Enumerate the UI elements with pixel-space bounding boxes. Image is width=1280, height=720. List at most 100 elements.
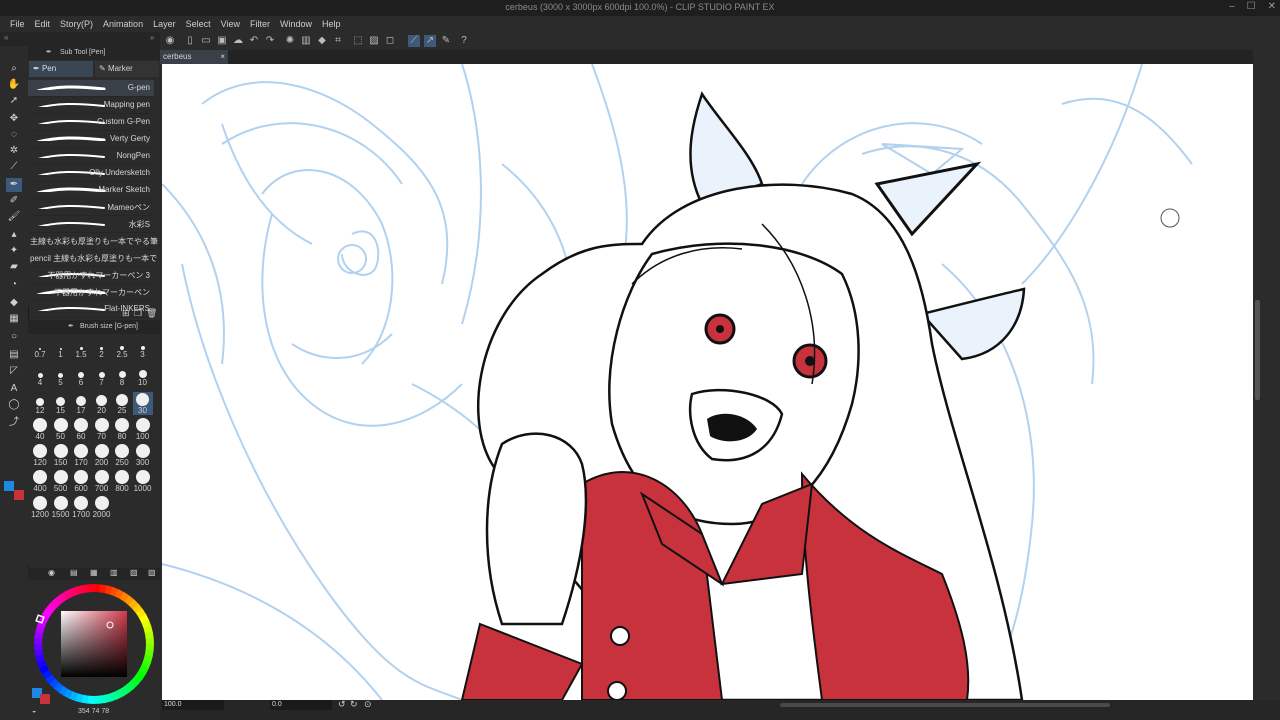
rotate-right-icon[interactable]: ↻ xyxy=(350,699,358,710)
figure-icon[interactable]: ○ xyxy=(6,330,22,344)
menu-filter[interactable]: Filter xyxy=(240,19,270,29)
redo-icon[interactable]: ↷ xyxy=(264,35,276,47)
menu-layer[interactable]: Layer xyxy=(143,19,176,29)
zoom-icon[interactable]: ⌕ xyxy=(6,62,22,76)
brush-size-option[interactable]: 100 xyxy=(133,418,153,441)
brush-size-option[interactable]: 17 xyxy=(71,392,91,415)
brush-item[interactable]: NongPen xyxy=(28,148,154,165)
brush-size-option[interactable]: 50 xyxy=(51,418,71,441)
settings-icon[interactable]: ✺ xyxy=(284,35,296,47)
brush-item[interactable]: Marker Sketch xyxy=(28,182,154,199)
ruler-icon[interactable]: ◸ xyxy=(6,364,22,378)
minimize-button[interactable]: – xyxy=(1229,1,1235,12)
brush-size-option[interactable]: 15 xyxy=(51,392,71,415)
pen-tool-icon[interactable]: ✒ xyxy=(6,178,22,192)
airbrush-icon[interactable]: ▴ xyxy=(6,228,22,242)
transparent-color-icon[interactable]: ◒ xyxy=(32,708,36,715)
brush-size-option[interactable]: 250 xyxy=(112,444,132,467)
invert-selection-icon[interactable]: ▨ xyxy=(368,35,380,47)
brush-item[interactable]: pencil 主線も水彩も厚塗りも一本で xyxy=(28,250,157,267)
brush-item[interactable]: 不器用かすれマーカーペン 3 xyxy=(28,267,154,284)
brush-item[interactable]: 水彩S xyxy=(28,216,154,233)
pencil-icon[interactable]: ✐ xyxy=(6,194,22,208)
color-set-tab-icon[interactable]: ▦ xyxy=(90,568,98,577)
rotate-left-icon[interactable]: ↺ xyxy=(338,699,346,710)
trash-icon[interactable]: 🗑 xyxy=(146,308,157,319)
menu-animation[interactable]: Animation xyxy=(93,19,143,29)
intermediate-color-tab-icon[interactable]: ▥ xyxy=(110,568,118,577)
drawing-canvas[interactable] xyxy=(162,64,1253,700)
rotation-field[interactable]: 0.0 xyxy=(270,700,332,710)
brush-item[interactable]: 主線も水彩も厚塗りも一本でやる筆 xyxy=(28,233,158,250)
brush-size-option[interactable]: 60 xyxy=(71,418,91,441)
menu-edit[interactable]: Edit xyxy=(25,19,51,29)
menu-window[interactable]: Window xyxy=(270,19,312,29)
help-icon[interactable]: ? xyxy=(458,35,470,47)
brush-size-option[interactable]: 25 xyxy=(112,392,132,415)
clear-icon[interactable]: ▥ xyxy=(300,35,312,47)
operation-icon[interactable]: ➚ xyxy=(6,94,22,108)
brush-size-option[interactable]: 2.5 xyxy=(112,336,132,359)
menu-story[interactable]: Story(P) xyxy=(50,19,93,29)
wheel-sub-color[interactable] xyxy=(40,694,50,704)
brush-size-option[interactable]: 6 xyxy=(71,364,91,387)
snap-ruler-icon[interactable]: ⟋ xyxy=(408,35,420,47)
brush-size-option[interactable]: 150 xyxy=(51,444,71,467)
deselect-icon[interactable]: ⬚ xyxy=(352,35,364,47)
brush-size-option[interactable]: 40 xyxy=(30,418,50,441)
reset-rotation-icon[interactable]: ⊙ xyxy=(364,699,372,710)
brush-size-option[interactable]: 2 xyxy=(92,336,112,359)
maximize-button[interactable]: ☐ xyxy=(1247,1,1256,12)
save-icon[interactable]: ▣ xyxy=(216,35,228,47)
eraser-icon[interactable]: ▰ xyxy=(6,260,22,274)
brush-size-option[interactable]: 1700 xyxy=(71,496,91,519)
brush-size-option[interactable]: 170 xyxy=(71,444,91,467)
brush-size-option[interactable]: 200 xyxy=(92,444,112,467)
clip-studio-icon[interactable]: ◉ xyxy=(164,35,176,47)
approximate-color-tab-icon[interactable]: ▧ xyxy=(130,568,138,577)
brush-item[interactable]: G-pen xyxy=(28,80,154,97)
transform-icon[interactable]: ⌗ xyxy=(332,35,344,47)
open-folder-icon[interactable]: ▭ xyxy=(200,35,212,47)
brush-item[interactable]: Custom G-Pen xyxy=(28,114,154,131)
brush-size-option[interactable]: 500 xyxy=(51,470,71,493)
brush-size-option[interactable]: 3 xyxy=(133,336,153,359)
brush-size-option[interactable]: 5 xyxy=(51,364,71,387)
brush-size-option[interactable]: 120 xyxy=(30,444,50,467)
text-icon[interactable]: A xyxy=(6,382,22,396)
brush-size-option[interactable]: 1500 xyxy=(51,496,71,519)
expand-icon[interactable]: » xyxy=(150,33,154,42)
brush-size-option[interactable]: 2000 xyxy=(92,496,112,519)
auto-select-icon[interactable]: ✲ xyxy=(6,144,22,158)
brush-icon[interactable]: 🖌 xyxy=(6,210,22,224)
vertical-scrollbar[interactable] xyxy=(1253,50,1280,700)
brush-size-option[interactable]: 30 xyxy=(132,392,153,415)
brush-item[interactable]: Mapping pen xyxy=(28,97,154,114)
main-color-swatch[interactable] xyxy=(4,481,14,491)
brush-size-option[interactable]: 300 xyxy=(133,444,153,467)
gradient-icon[interactable]: ▦ xyxy=(6,312,22,326)
brush-size-option[interactable]: 1200 xyxy=(30,496,50,519)
color-wheel[interactable] xyxy=(28,580,160,706)
hand-icon[interactable]: ✋ xyxy=(6,78,22,92)
brush-size-option[interactable]: 7 xyxy=(92,364,112,387)
menu-help[interactable]: Help xyxy=(312,19,341,29)
lasso-icon[interactable]: ◌ xyxy=(6,128,22,142)
tab-cerbeus[interactable]: cerbeus × xyxy=(160,50,228,64)
close-tab-icon[interactable]: × xyxy=(220,50,225,64)
brush-size-option[interactable]: 1.5 xyxy=(71,336,91,359)
fill-icon[interactable]: ◆ xyxy=(316,35,328,47)
sub-color-swatch[interactable] xyxy=(14,490,24,500)
vertical-scroll-thumb[interactable] xyxy=(1255,300,1260,400)
brush-size-option[interactable]: 400 xyxy=(30,470,50,493)
brush-size-option[interactable]: 800 xyxy=(112,470,132,493)
brush-size-option[interactable]: 1000 xyxy=(133,470,153,493)
brush-size-option[interactable]: 1 xyxy=(51,336,71,359)
brush-size-option[interactable]: 600 xyxy=(71,470,91,493)
color-slider-tab-icon[interactable]: ▤ xyxy=(70,568,78,577)
blend-icon[interactable]: ◔ xyxy=(6,278,22,292)
collapse-icon[interactable]: « xyxy=(4,33,8,42)
brush-size-option[interactable]: 20 xyxy=(92,392,112,415)
menu-view[interactable]: View xyxy=(211,19,240,29)
move-icon[interactable]: ✥ xyxy=(6,112,22,126)
